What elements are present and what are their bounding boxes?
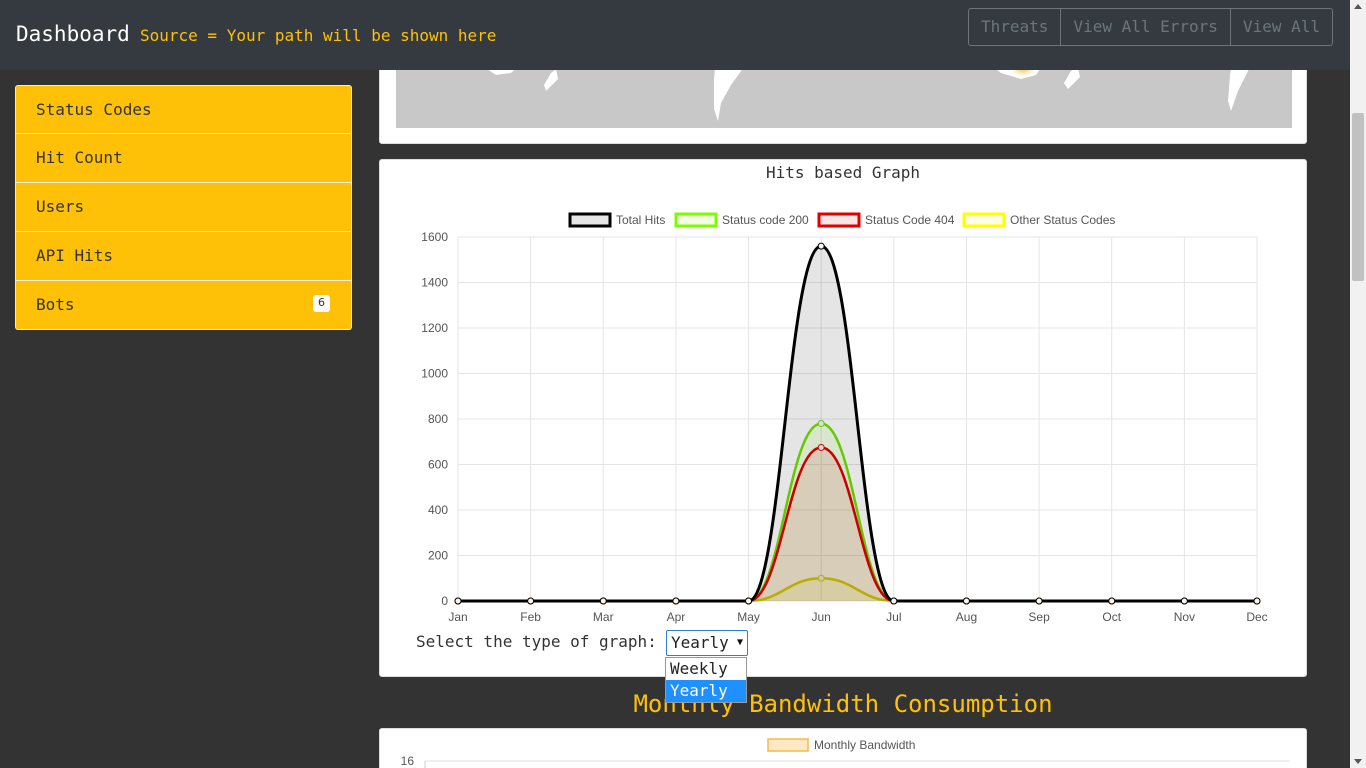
scroll-thumb[interactable] [1352, 113, 1364, 281]
sidebar-menu: Status Codes Hit Count Users API Hits Bo… [15, 85, 352, 330]
legend-swatch [817, 212, 861, 228]
graph-type-label: Select the type of graph: [416, 632, 657, 651]
y-tick-label: 1200 [421, 321, 448, 335]
map-land-shape [544, 69, 558, 91]
threats-button[interactable]: Threats [969, 9, 1062, 45]
sidebar-item-users[interactable]: Users [15, 183, 352, 232]
y-tick-label: 200 [428, 549, 448, 563]
sidebar-item-bots[interactable]: Bots 6 [15, 281, 352, 330]
hits-graph-card: Hits based Graph 0 200 400 600 800 1000 1200 14… [379, 159, 1307, 677]
legend-label: Status code 200 [722, 213, 809, 227]
view-all-errors-button[interactable]: View All Errors [1061, 9, 1231, 45]
sidebar-item-label: API Hits [36, 246, 114, 265]
top-navbar: Dashboard Source = Your path will be sho… [0, 0, 1350, 70]
map-land-shape [1064, 67, 1080, 89]
x-tick-label: May [737, 610, 760, 624]
legend-label: Status Code 404 [865, 213, 955, 227]
x-tick-label: Sep [1028, 610, 1050, 624]
bandwidth-section-title: Monthly Bandwidth Consumption [633, 690, 1053, 718]
x-tick-label: Nov [1174, 610, 1195, 624]
sidebar-item-api-hits[interactable]: API Hits [15, 232, 352, 281]
legend-label: Total Hits [616, 213, 665, 227]
y-tick-label: 0 [441, 594, 448, 608]
y-tick-label: 1400 [421, 276, 448, 290]
sidebar-item-status-codes[interactable]: Status Codes [15, 85, 352, 134]
legend-swatch [674, 212, 718, 228]
sidebar-item-hit-count[interactable]: Hit Count [15, 134, 352, 183]
nav-button-group: Threats View All Errors View All [968, 8, 1333, 46]
y-tick-label: 600 [428, 458, 448, 472]
legend-label: Other Status Codes [1010, 213, 1115, 227]
view-all-button[interactable]: View All [1231, 9, 1332, 45]
data-point [672, 597, 680, 605]
data-point [1180, 597, 1188, 605]
data-point [1253, 597, 1261, 605]
x-tick-label: Mar [593, 610, 614, 624]
scroll-up-arrow-icon[interactable] [1354, 4, 1362, 9]
scroll-down-arrow-icon[interactable] [1354, 759, 1362, 764]
x-tick-label: Jun [812, 610, 831, 624]
y-tick-label: 400 [428, 503, 448, 517]
data-point [817, 242, 825, 250]
data-point [527, 597, 535, 605]
data-point [454, 597, 462, 605]
page-scrollbar[interactable] [1350, 0, 1366, 768]
data-point [1035, 597, 1043, 605]
legend-swatch [962, 212, 1006, 228]
option-weekly[interactable]: Weekly [666, 658, 746, 680]
y-tick-label: 800 [428, 412, 448, 426]
sidebar-item-label: Bots [36, 295, 75, 314]
source-path-text: Source = Your path will be shown here [140, 26, 497, 45]
bandwidth-legend-swatch [767, 738, 809, 752]
data-point [962, 597, 970, 605]
x-tick-label: Oct [1102, 610, 1121, 624]
graph-type-select[interactable]: Yearly ▼ [666, 630, 748, 656]
y-tick-label: 1000 [421, 367, 448, 381]
option-yearly[interactable]: Yearly [666, 680, 746, 702]
bandwidth-first-tick: 16 [401, 754, 415, 768]
data-point [745, 597, 753, 605]
data-point [890, 597, 898, 605]
legend-swatch [568, 212, 612, 228]
x-tick-label: Feb [520, 610, 541, 624]
bandwidth-chart: Monthly Bandwidth 16 [401, 738, 1290, 768]
sidebar-item-label: Users [36, 197, 85, 216]
brand-title[interactable]: Dashboard [16, 22, 130, 46]
data-point [1108, 597, 1116, 605]
bandwidth-chart-card: Monthly Bandwidth 16 [379, 728, 1307, 768]
data-point [599, 597, 607, 605]
graph-type-dropdown: Weekly Yearly [665, 657, 747, 703]
x-tick-label: Dec [1246, 610, 1267, 624]
sidebar-item-label: Hit Count [36, 148, 123, 167]
graph-type-select-value: Yearly [671, 633, 729, 652]
hits-line-chart: 0 200 400 600 800 1000 1200 1400 1600 Jan Feb Mar Ap… [421, 212, 1268, 624]
x-tick-label: Aug [956, 610, 977, 624]
bots-count-badge: 6 [313, 295, 330, 312]
x-tick-label: Jan [448, 610, 467, 624]
chevron-down-icon: ▼ [736, 637, 743, 648]
bandwidth-legend-label: Monthly Bandwidth [814, 738, 915, 752]
y-tick-label: 1600 [421, 230, 448, 244]
x-tick-label: Jul [886, 610, 901, 624]
x-tick-label: Apr [667, 610, 686, 624]
sidebar-item-label: Status Codes [36, 100, 152, 119]
